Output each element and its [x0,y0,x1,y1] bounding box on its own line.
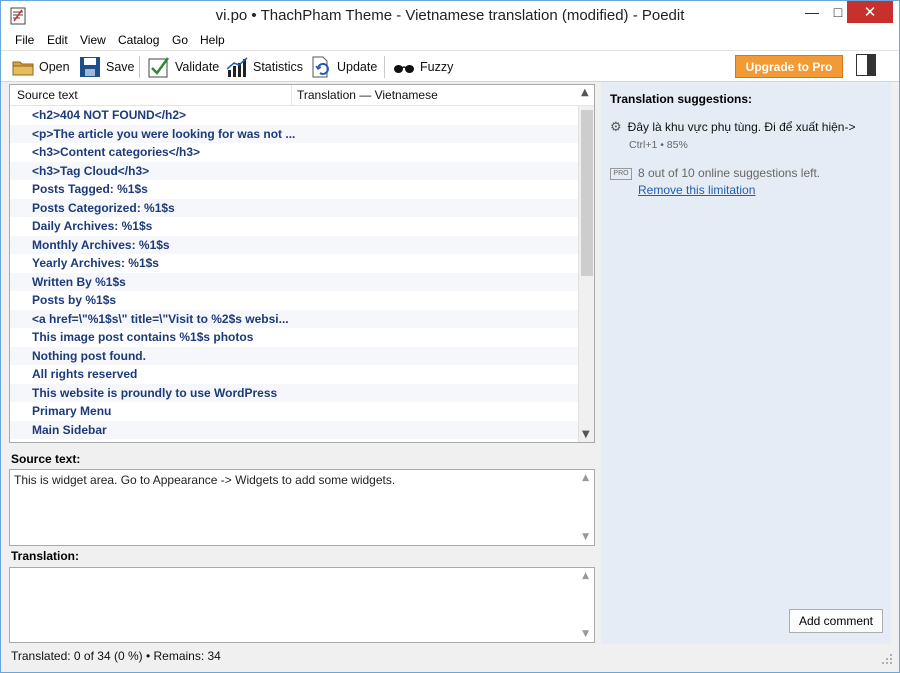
save-label: Save [106,60,135,74]
chevron-up-icon[interactable]: ▲ [581,87,589,98]
fuzzy-label: Fuzzy [420,60,454,74]
source-text-label: Source text: [11,452,81,466]
folder-icon [12,61,34,76]
translation-label: Translation: [11,549,80,563]
chevron-down-icon[interactable]: ▼ [582,429,590,440]
toolbar-separator [139,56,140,78]
fuzzy-button[interactable]: Fuzzy [393,55,453,79]
list-row[interactable]: This image post contains %1$s photos [10,328,578,347]
title-bar: vi.po • ThachPham Theme - Vietnamese tra… [1,1,899,31]
suggestion-limit-text: 8 out of 10 online suggestions left. [638,166,821,180]
list-row[interactable]: Posts Tagged: %1$s [10,180,578,199]
validate-label: Validate [175,60,220,74]
sidebar-panel-icon [867,55,875,75]
sidebar-toggle-button[interactable] [856,54,876,76]
list-row[interactable]: <p>The article you were looking for was … [10,124,578,143]
list-row[interactable]: <h3>Content categories</h3> [10,143,578,162]
column-header-source[interactable]: Source text [17,88,78,102]
add-comment-button[interactable]: Add comment [789,609,883,633]
bar-chart-icon [226,57,248,77]
window-title: vi.po • ThachPham Theme - Vietnamese tra… [215,7,685,24]
suggestions-title: Translation suggestions: [610,92,753,106]
translation-list: Source text Translation — Vietnamese ▲ <… [9,84,595,443]
open-label: Open [39,60,70,74]
scrollbar-thumb[interactable] [581,110,593,276]
scroll-down-icon[interactable]: ▼ [582,629,589,639]
update-button[interactable]: Update [310,55,377,79]
list-row[interactable]: <a href=\"%1$s\" title=\"Visit to %2$s w… [10,309,578,328]
column-header-translation[interactable]: Translation — Vietnamese [297,88,438,102]
list-row[interactable]: All rights reserved [10,365,578,384]
menu-file[interactable]: File [15,33,34,47]
list-row[interactable]: Nothing post found. [10,346,578,365]
list-row[interactable]: Daily Archives: %1$s [10,217,578,236]
suggestions-sidebar: Translation suggestions: ⚙ Đây là khu vự… [601,82,891,644]
suggestion-text: Đây là khu vực phụ tùng. Đi để xuất hiện… [627,120,856,134]
glasses-icon [394,65,414,73]
menu-catalog[interactable]: Catalog [118,33,159,47]
column-divider[interactable] [291,85,292,105]
list-row[interactable]: This website is proundly to use WordPres… [10,383,578,402]
save-button[interactable]: Save [79,55,135,79]
toolbar: Open Save Validate Statistics Update Fuz… [1,51,899,82]
list-row[interactable]: Primary Menu [10,402,578,421]
scroll-up-icon[interactable]: ▲ [582,571,589,581]
scroll-down-icon[interactable]: ▼ [582,532,589,542]
translation-input[interactable]: ▲ ▼ [9,567,595,643]
list-rows: <h2>404 NOT FOUND</h2> <p>The article yo… [10,106,578,439]
status-bar-text: Translated: 0 of 34 (0 %) • Remains: 34 [11,649,221,663]
validate-button[interactable]: Validate [148,55,219,79]
remove-limitation-link[interactable]: Remove this limitation [638,183,755,197]
update-label: Update [337,60,378,74]
statistics-button[interactable]: Statistics [226,55,303,79]
menu-bar: File Edit View Catalog Go Help [1,31,899,51]
menu-help[interactable]: Help [200,33,225,47]
scroll-up-icon[interactable]: ▲ [582,473,589,483]
list-scrollbar[interactable]: ▼ [578,106,594,442]
source-text-box[interactable]: This is widget area. Go to Appearance ->… [9,469,595,546]
gear-icon: ⚙ [610,120,622,135]
upgrade-to-pro-button[interactable]: Upgrade to Pro [735,55,843,78]
checkmark-icon [148,57,170,78]
menu-view[interactable]: View [80,33,106,47]
list-row[interactable]: Written By %1$s [10,272,578,291]
statistics-label: Statistics [253,60,304,74]
update-refresh-icon [312,56,329,78]
poedit-window: vi.po • ThachPham Theme - Vietnamese tra… [0,0,900,673]
list-row[interactable]: Yearly Archives: %1$s [10,254,578,273]
menu-go[interactable]: Go [172,33,188,47]
suggestion-item[interactable]: ⚙ Đây là khu vực phụ tùng. Đi để xuất hi… [610,120,856,135]
list-row[interactable]: <h2>404 NOT FOUND</h2> [10,106,578,125]
resize-grip-icon[interactable] [881,653,893,665]
list-row[interactable]: Posts by %1$s [10,291,578,310]
open-button[interactable]: Open [12,55,70,79]
list-row[interactable]: Posts Categorized: %1$s [10,198,578,217]
list-row[interactable]: <h3>Tag Cloud</h3> [10,161,578,180]
suggestion-meta: Ctrl+1 • 85% [629,139,688,151]
close-button[interactable]: ✕ [847,1,893,23]
list-row[interactable]: Main Sidebar [10,420,578,439]
toolbar-separator [384,56,385,78]
menu-edit[interactable]: Edit [47,33,68,47]
floppy-save-icon [80,57,100,77]
list-header: Source text Translation — Vietnamese ▲ [10,85,594,106]
source-text-content: This is widget area. Go to Appearance ->… [14,473,396,487]
pro-badge: PRO [610,168,632,180]
list-row[interactable]: Monthly Archives: %1$s [10,235,578,254]
